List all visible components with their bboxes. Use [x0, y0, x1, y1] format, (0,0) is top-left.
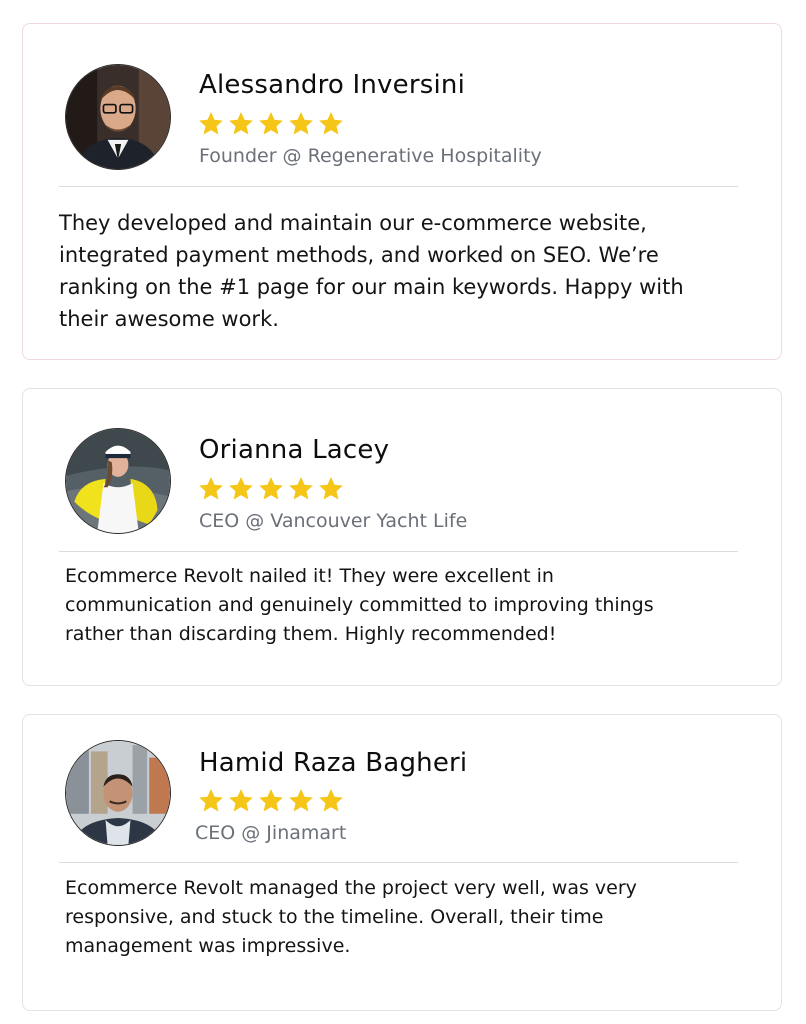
star-icon	[199, 477, 223, 500]
testimonial-text-line: Ecommerce Revolt nailed it! They were ex…	[65, 565, 554, 587]
star-rating	[197, 475, 345, 502]
reviewer-name: Orianna Lacey	[199, 435, 390, 465]
avatar	[65, 64, 171, 170]
testimonial-text-line: integrated payment methods, and worked o…	[59, 243, 659, 267]
star-icon	[259, 789, 283, 812]
star-icon	[229, 477, 253, 500]
divider	[59, 186, 738, 187]
testimonial-text: Ecommerce Revolt managed the project ver…	[65, 874, 637, 961]
star-icon	[289, 789, 313, 812]
testimonial-text-line: communication and genuinely committed to…	[65, 594, 654, 616]
testimonial-text: Ecommerce Revolt nailed it! They were ex…	[65, 562, 654, 649]
star-icon	[229, 789, 253, 812]
testimonial-text-line: responsive, and stuck to the timeline. O…	[65, 906, 604, 928]
star-icon	[259, 112, 283, 135]
testimonial-text-line: They developed and maintain our e-commer…	[59, 211, 647, 235]
testimonial-text-line: Ecommerce Revolt managed the project ver…	[65, 877, 637, 899]
star-icon	[199, 789, 223, 812]
star-rating	[197, 787, 345, 814]
star-icon	[199, 112, 223, 135]
star-icon	[319, 477, 343, 500]
testimonial-text-line: ranking on the #1 page for our main keyw…	[59, 275, 684, 299]
testimonial-text-line: management was impressive.	[65, 935, 351, 957]
testimonial-text: They developed and maintain our e-commer…	[59, 207, 684, 335]
star-icon	[319, 112, 343, 135]
reviewer-role: CEO @ Vancouver Yacht Life	[199, 510, 468, 532]
divider	[59, 862, 738, 863]
star-icon	[229, 112, 253, 135]
avatar	[65, 740, 171, 846]
reviewer-role: Founder @ Regenerative Hospitality	[199, 145, 542, 167]
reviewer-name: Hamid Raza Bagheri	[199, 748, 468, 778]
reviewer-name: Alessandro Inversini	[199, 70, 465, 100]
testimonial-card: Orianna Lacey CEO @ Vancouver Yacht Life…	[22, 388, 782, 686]
star-rating	[197, 110, 345, 137]
star-icon	[319, 789, 343, 812]
testimonial-card: Alessandro Inversini Founder @ Regenerat…	[22, 23, 782, 360]
star-icon	[289, 112, 313, 135]
star-icon	[259, 477, 283, 500]
avatar	[65, 428, 171, 534]
reviewer-role: CEO @ Jinamart	[195, 822, 347, 844]
testimonial-text-line: rather than discarding them. Highly reco…	[65, 623, 557, 645]
divider	[59, 551, 738, 552]
testimonial-card: Hamid Raza Bagheri CEO @ Jinamart Ecomme…	[22, 714, 782, 1011]
testimonial-text-line: their awesome work.	[59, 307, 279, 331]
star-icon	[289, 477, 313, 500]
